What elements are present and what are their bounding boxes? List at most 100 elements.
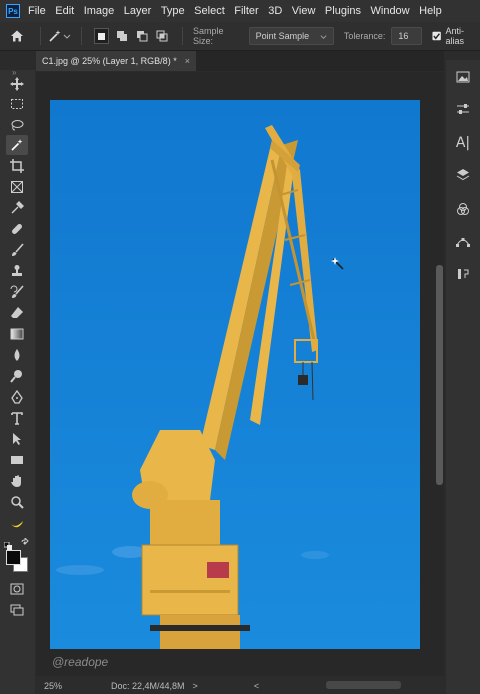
antialias-checkbox[interactable]: Anti-alias [432,26,480,46]
divider [80,27,82,45]
magic-wand-icon [11,139,23,151]
panel-navigator[interactable] [454,68,472,86]
home-icon [10,30,23,42]
tool-dodge[interactable] [6,366,28,386]
tool-crop[interactable] [6,156,28,176]
sliders-icon [457,104,469,114]
brush-icon [12,243,24,256]
tool-history-brush[interactable] [6,282,28,302]
menu-file[interactable]: File [28,5,46,17]
gradient-icon [10,328,24,340]
panel-channels[interactable] [454,200,472,218]
home-button[interactable] [0,29,34,43]
tool-eraser[interactable] [6,303,28,323]
close-tab-button[interactable]: × [185,56,190,66]
paths-icon [456,238,470,247]
image-icon [456,71,470,83]
menu-layer[interactable]: Layer [124,5,152,17]
tool-marquee[interactable] [6,94,28,114]
tool-stamp[interactable] [6,261,28,281]
intersect-selection-icon [156,30,168,42]
tool-zoom[interactable] [6,492,28,512]
panel-character[interactable]: A| [454,134,472,152]
tool-healing[interactable] [6,219,28,239]
document-tab[interactable]: C1.jpg @ 25% (Layer 1, RGB/8) * × [36,51,196,71]
menu-filter[interactable]: Filter [234,5,258,17]
photoshop-logo[interactable]: Ps [6,4,20,18]
menu-help[interactable]: Help [419,5,442,17]
sample-size-value: Point Sample [255,31,310,41]
panel-layers[interactable] [454,166,472,184]
swap-colors-icon[interactable] [20,535,30,546]
new-selection-icon [97,32,105,40]
sample-size-select[interactable]: Point Sample [248,27,334,45]
magic-wand-icon [49,30,61,42]
chevron-down-icon [320,34,327,39]
menu-edit[interactable]: Edit [55,5,74,17]
tool-lasso[interactable] [6,115,28,135]
panel-adjustments[interactable] [454,100,472,118]
history-icon [458,269,469,279]
vertical-scrollbar[interactable] [436,265,443,485]
tool-path-select[interactable] [6,429,28,449]
tolerance-input[interactable]: 16 [391,27,423,45]
add-selection-button[interactable] [116,29,129,43]
tolerance-label: Tolerance: [343,31,386,41]
tool-hand[interactable] [6,471,28,491]
menu-plugins[interactable]: Plugins [325,5,361,17]
cursor-icon [331,257,345,276]
tool-brush[interactable] [6,240,28,260]
image-canvas[interactable] [50,100,420,649]
intersect-selection-button[interactable] [156,29,169,43]
zoom-level[interactable]: 25% [44,681,84,691]
tools-panel: » [0,68,35,694]
tool-eyedropper[interactable] [6,198,28,218]
right-panel-dock: A| [446,60,480,694]
tool-gradient[interactable] [6,324,28,344]
tool-rectangle[interactable] [6,450,28,470]
menu-bar: Ps File Edit Image Layer Type Select Fil… [0,0,480,22]
menu-type[interactable]: Type [161,5,185,17]
status-menu-arrow[interactable]: > [193,681,198,691]
panel-paths[interactable] [454,232,472,250]
doc-size-info: Doc: 22,4M/44,8M [111,680,185,691]
menu-select[interactable]: Select [194,5,225,17]
screen-mode-icon [10,604,24,616]
menu-3d[interactable]: 3D [268,5,282,17]
scroll-left-arrow[interactable]: < [254,681,259,691]
document-tab-title: C1.jpg @ 25% (Layer 1, RGB/8) * [42,56,177,66]
type-icon [11,412,23,425]
watermark: @readope [52,655,109,669]
crane-photo [50,100,420,649]
tool-screen-mode[interactable] [6,600,28,620]
sample-size-label: Sample Size: [192,26,224,46]
default-colors-icon[interactable] [3,537,12,550]
horizontal-scrollbar[interactable] [326,681,401,689]
lasso-icon [11,120,24,131]
tool-blur[interactable] [6,345,28,365]
tool-magic-wand[interactable] [6,135,28,155]
rectangle-icon [11,456,23,464]
subtract-selection-button[interactable] [136,29,149,43]
document-tab-bar: C1.jpg @ 25% (Layer 1, RGB/8) * × [36,51,444,71]
tool-banana[interactable] [6,513,28,533]
panel-history[interactable] [454,265,472,283]
menu-image[interactable]: Image [84,5,115,17]
tool-preset-picker[interactable] [47,28,71,44]
tool-move[interactable] [6,74,28,94]
divider [39,27,41,45]
tool-frame[interactable] [6,177,28,197]
foreground-color-swatch[interactable] [6,550,21,565]
menu-view[interactable]: View [292,5,316,17]
quick-mask-icon [10,583,24,595]
hand-icon [11,475,21,487]
antialias-label: Anti-alias [445,26,465,46]
tool-type[interactable] [6,408,28,428]
tool-pen[interactable] [6,387,28,407]
new-selection-button[interactable] [93,28,109,44]
pen-icon [11,390,23,404]
tool-quick-mask[interactable] [6,579,28,599]
healing-icon [12,224,22,234]
menu-window[interactable]: Window [371,5,410,17]
move-icon [10,77,24,91]
